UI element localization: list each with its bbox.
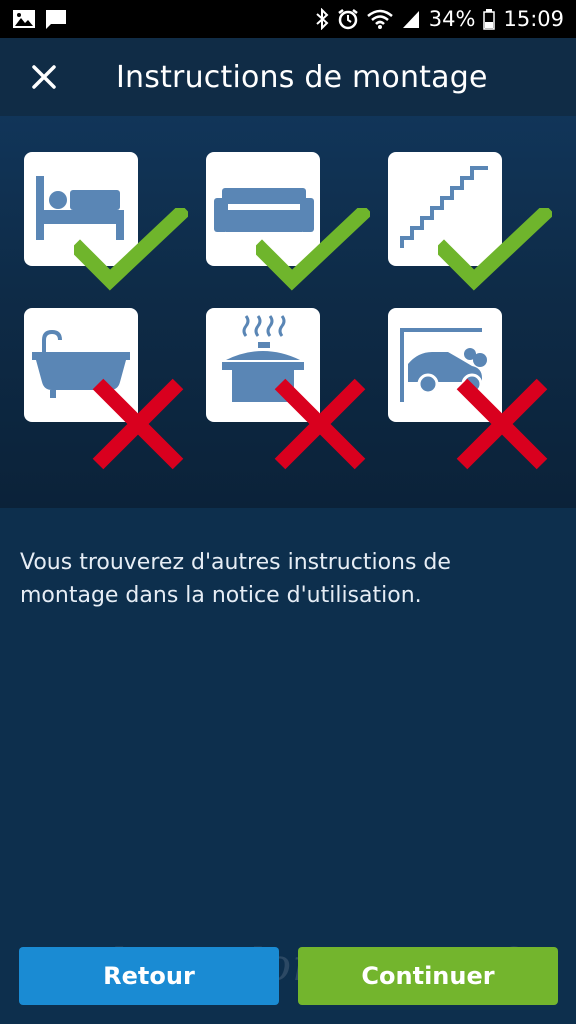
bluetooth-icon	[316, 8, 329, 30]
close-icon	[32, 65, 56, 89]
check-icon	[256, 208, 370, 291]
wifi-icon	[366, 9, 393, 29]
battery-percent: 34%	[428, 7, 476, 31]
continue-button[interactable]: Continuer	[298, 947, 558, 1005]
clock: 15:09	[503, 7, 564, 31]
cross-icon	[92, 378, 184, 470]
instructions-text: Vous trouverez d'autres instructions de …	[20, 550, 451, 608]
status-bar-left	[12, 8, 68, 30]
status-bar: 34% 15:09	[0, 0, 576, 38]
alarm-icon	[338, 9, 358, 30]
mounting-illustration	[0, 116, 576, 508]
cross-icon	[456, 378, 548, 470]
check-icon	[74, 208, 188, 291]
close-button[interactable]	[22, 55, 66, 99]
message-icon	[46, 10, 66, 29]
app-header: Instructions de montage	[0, 38, 576, 116]
cross-icon	[274, 378, 366, 470]
status-bar-right: 34% 15:09	[315, 7, 564, 31]
battery-icon	[483, 9, 496, 30]
back-button[interactable]: Retour	[19, 947, 279, 1005]
check-icon	[438, 208, 552, 291]
gallery-icon	[13, 10, 35, 28]
signal-icon	[402, 11, 419, 28]
page-title: Instructions de montage	[116, 59, 488, 95]
